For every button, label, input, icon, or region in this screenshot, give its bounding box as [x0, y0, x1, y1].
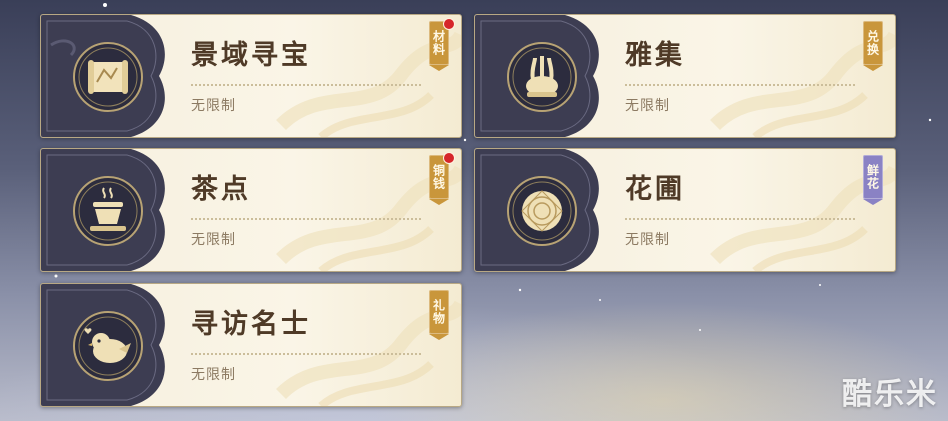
limit-label: 无限制 — [191, 232, 236, 248]
notification-dot — [443, 152, 455, 164]
card-title: 景域寻宝 — [191, 40, 311, 71]
divider — [191, 218, 421, 220]
limit-label: 无限制 — [625, 232, 670, 248]
limit-label: 无限制 — [625, 98, 670, 114]
card-huapu[interactable]: 花圃 无限制 鲜花 — [474, 148, 896, 272]
category-tag: 兑换 — [863, 21, 883, 71]
card-chadian[interactable]: 茶点 无限制 铜钱 — [40, 148, 462, 272]
incense-vessel-icon — [505, 40, 579, 114]
category-tag: 鲜花 — [863, 155, 883, 205]
limit-label: 无限制 — [191, 367, 236, 383]
divider — [191, 353, 421, 355]
limit-label: 无限制 — [191, 98, 236, 114]
divider — [625, 218, 855, 220]
category-tag: 礼物 — [429, 290, 449, 340]
card-jingyu-xunbao[interactable]: 景域寻宝 无限制 材料 — [40, 14, 462, 138]
divider — [191, 84, 421, 86]
bird-icon — [71, 309, 145, 383]
card-xunfang-mingshi[interactable]: 寻访名士 无限制 礼物 — [40, 283, 462, 407]
card-title: 茶点 — [191, 174, 251, 205]
card-title: 花圃 — [625, 174, 685, 205]
notification-dot — [443, 18, 455, 30]
card-title: 寻访名士 — [191, 309, 311, 340]
scroll-map-icon — [71, 40, 145, 114]
divider — [625, 84, 855, 86]
tea-cup-icon — [71, 174, 145, 248]
card-yaji[interactable]: 雅集 无限制 兑换 — [474, 14, 896, 138]
watermark-logo: 酷乐米 — [842, 377, 938, 412]
card-title: 雅集 — [625, 40, 685, 71]
flower-icon — [505, 174, 579, 248]
